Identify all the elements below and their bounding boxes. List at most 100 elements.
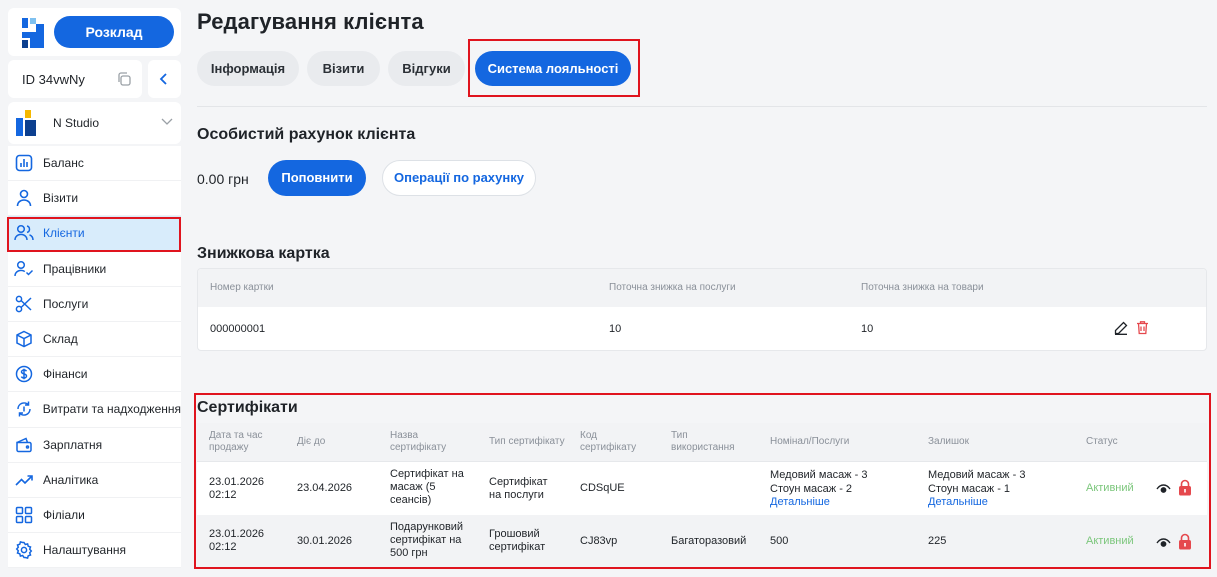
chevron-down-icon xyxy=(161,118,173,125)
sidebar-item-label: Витрати та надходження xyxy=(42,402,181,417)
sidebar-item-employees[interactable]: Працівники xyxy=(8,251,181,287)
client-id-card: ID 34vwNy xyxy=(8,60,142,98)
cell-valid-to: 30.01.2026 xyxy=(297,535,353,547)
cell-certificate-code: CJ83vp xyxy=(580,535,618,547)
view-icon[interactable] xyxy=(1156,484,1171,494)
sidebar-item-clients[interactable]: Клієнти xyxy=(8,216,181,252)
column-header: Діє до xyxy=(297,436,326,447)
studio-selector[interactable]: N Studio xyxy=(8,102,181,144)
sidebar-item-settings[interactable]: Налаштування xyxy=(8,533,181,569)
cell-certificate-type: Сертифікат на послуги xyxy=(489,476,548,501)
chevron-left-icon xyxy=(159,73,167,85)
column-header: Номінал/Послуги xyxy=(770,436,850,447)
sidebar-nav: Баланс Візити Клієнти Працівники Послуги… xyxy=(8,146,181,569)
sidebar-item-label: Працівники xyxy=(43,261,107,276)
cell-certificate-type: Грошовий сертифікат xyxy=(489,528,546,553)
delete-icon[interactable] xyxy=(1136,320,1149,335)
copy-icon[interactable] xyxy=(116,71,132,87)
scissors-icon xyxy=(14,294,34,314)
sidebar-item-label: Аналітика xyxy=(43,472,99,487)
grid-icon xyxy=(14,505,34,525)
cell-nominal-line: Медовий масаж - 3 xyxy=(770,469,868,481)
lock-icon[interactable] xyxy=(1178,479,1192,496)
column-header: Поточна знижка на послуги xyxy=(609,282,736,293)
app-logo-icon xyxy=(22,18,44,48)
goods-discount: 10 xyxy=(861,323,874,335)
main-content: Редагування клієнта Інформація Візити Ві… xyxy=(194,0,1217,577)
users-icon xyxy=(14,223,34,243)
studio-name: N Studio xyxy=(53,116,100,130)
column-header: Дата та час продажу xyxy=(209,430,263,453)
sidebar-item-services[interactable]: Послуги xyxy=(8,286,181,322)
cell-sold-date: 23.01.2026 02:12 xyxy=(209,476,265,501)
discount-section-title: Знижкова картка xyxy=(197,245,330,262)
cell-rest-line: Медовий масаж - 3 xyxy=(928,469,1026,481)
sidebar-item-label: Фінанси xyxy=(43,367,88,382)
account-balance: 0.00 грн xyxy=(197,171,249,187)
sidebar-item-analytics[interactable]: Аналітика xyxy=(8,462,181,498)
certificates-section-title: Сертифікати xyxy=(197,399,298,416)
sidebar: Розклад ID 34vwNy N Studio Баланс Візити xyxy=(0,0,188,577)
page-title: Редагування клієнта xyxy=(197,9,424,34)
logo-card: Розклад xyxy=(8,8,181,56)
gear-icon xyxy=(14,540,34,560)
sidebar-item-expenses-income[interactable]: Витрати та надходження xyxy=(8,392,181,428)
sidebar-item-label: Клієнти xyxy=(43,226,85,241)
trend-icon xyxy=(14,470,34,490)
sidebar-item-visits[interactable]: Візити xyxy=(8,181,181,217)
studio-logo-icon xyxy=(16,110,36,136)
column-header: Поточна знижка на товари xyxy=(861,282,984,293)
column-header: Назва сертифікату xyxy=(390,430,447,453)
column-header: Номер картки xyxy=(210,282,274,293)
tab-visits[interactable]: Візити xyxy=(307,51,380,86)
card-number: 000000001 xyxy=(210,323,266,335)
cell-valid-to: 23.04.2026 xyxy=(297,482,353,494)
topup-button[interactable]: Поповнити xyxy=(268,160,366,196)
schedule-button[interactable]: Розклад xyxy=(54,16,174,48)
sidebar-item-label: Склад xyxy=(43,332,78,347)
discount-card-table: Номер картки Поточна знижка на послуги П… xyxy=(197,268,1207,351)
user-check-icon xyxy=(14,259,34,279)
status-badge: Активний xyxy=(1086,535,1134,547)
column-header: Тип використання xyxy=(671,430,735,453)
edit-icon[interactable] xyxy=(1114,321,1128,335)
sidebar-item-label: Філіали xyxy=(43,507,85,522)
cell-certificate-code: CDSqUE xyxy=(580,482,625,494)
sidebar-item-label: Послуги xyxy=(43,296,89,311)
sidebar-item-balance[interactable]: Баланс xyxy=(8,146,181,182)
cell-certificate-name: Подарунковий сертифікат на 500 грн xyxy=(390,521,464,559)
cell-nominal-line: 500 xyxy=(770,535,789,547)
client-id: ID 34vwNy xyxy=(22,72,85,87)
sidebar-item-salary[interactable]: Зарплатня xyxy=(8,427,181,463)
table-row: 23.01.2026 02:12 30.01.2026 Подарунковий… xyxy=(197,515,1207,568)
sidebar-item-label: Баланс xyxy=(43,156,84,171)
account-operations-button[interactable]: Операції по рахунку xyxy=(382,160,536,196)
cell-rest-line: Стоун масаж - 1 xyxy=(928,483,1011,495)
details-link[interactable]: Детальніше xyxy=(770,496,830,509)
column-header: Залишок xyxy=(928,436,969,447)
money-exchange-icon xyxy=(14,399,34,419)
sidebar-item-label: Зарплатня xyxy=(43,437,103,452)
lock-icon[interactable] xyxy=(1178,533,1192,550)
sidebar-item-branches[interactable]: Філіали xyxy=(8,497,181,534)
tab-information[interactable]: Інформація xyxy=(197,51,299,86)
column-header: Код сертифікату xyxy=(580,430,637,453)
cell-nominal-line: Стоун масаж - 2 xyxy=(770,483,853,495)
user-icon xyxy=(14,188,34,208)
view-icon[interactable] xyxy=(1156,538,1171,548)
box-icon xyxy=(14,329,34,349)
sidebar-item-finance[interactable]: Фінанси xyxy=(8,357,181,393)
sidebar-item-warehouse[interactable]: Склад xyxy=(8,321,181,358)
collapse-sidebar-button[interactable] xyxy=(148,60,181,98)
row-divider xyxy=(197,461,1207,462)
details-link[interactable]: Детальніше xyxy=(928,496,988,509)
table-header: Дата та час продажу Діє до Назва сертифі… xyxy=(197,423,1207,461)
wallet-icon xyxy=(14,435,34,455)
cell-sold-date: 23.01.2026 02:12 xyxy=(209,528,265,553)
chart-bar-icon xyxy=(14,153,34,173)
tabs-divider xyxy=(197,106,1207,107)
column-header: Тип сертифікату xyxy=(489,436,565,447)
tab-loyalty-system[interactable]: Система лояльності xyxy=(475,51,631,86)
tab-reviews[interactable]: Відгуки xyxy=(388,51,465,86)
sidebar-item-label: Візити xyxy=(43,191,79,206)
